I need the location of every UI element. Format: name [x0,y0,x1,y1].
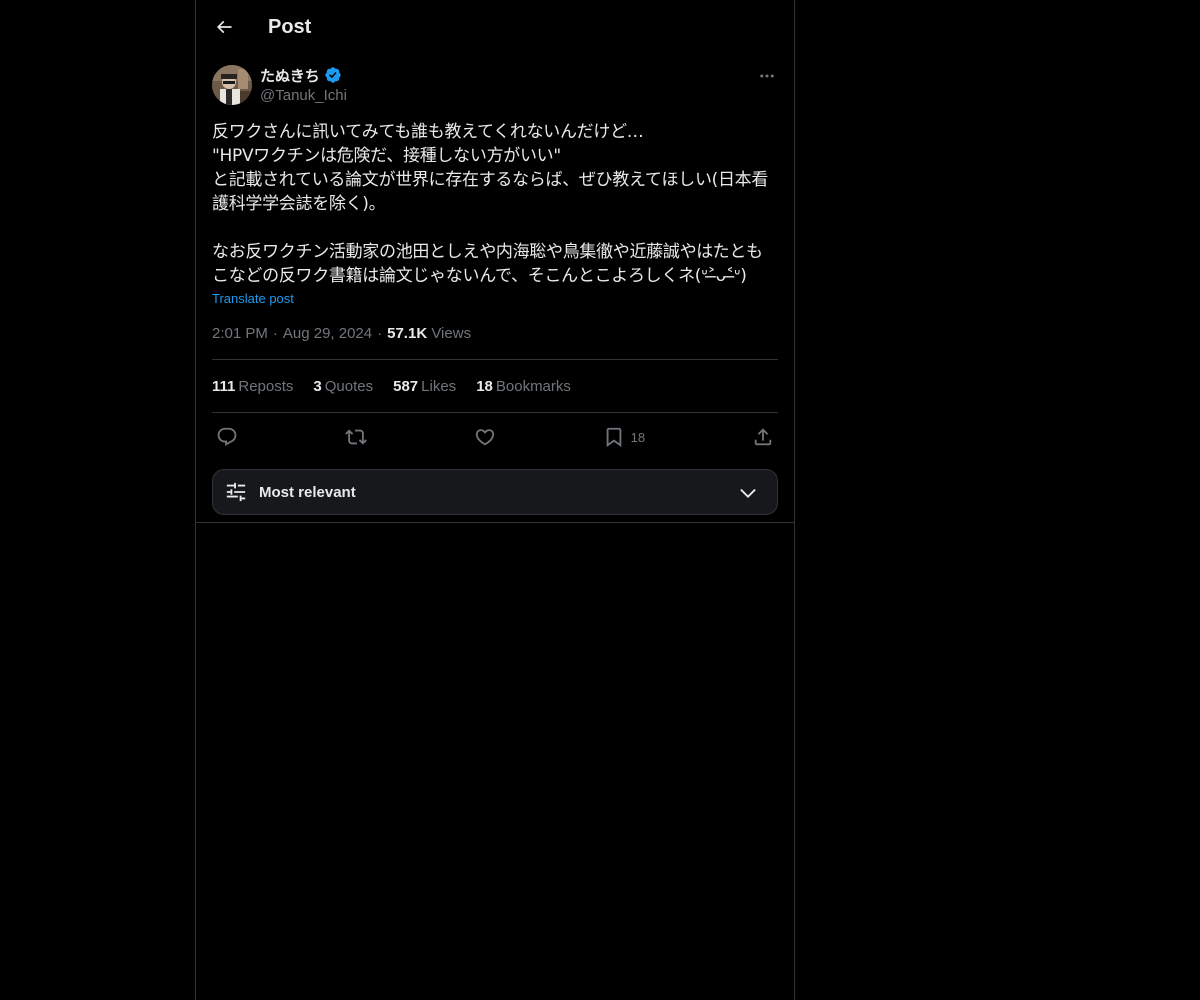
engagement-stats: 111 Reposts 3 Quotes 587 Likes 18 Bookmarks [212,360,778,413]
views-label: Views [431,325,472,342]
views-count: 57.1K [387,325,428,342]
back-button[interactable] [210,13,238,41]
meta-separator: · [272,325,278,342]
back-arrow-icon [214,17,234,37]
meta-separator: · [377,325,383,342]
bookmark-count: 18 [630,429,646,445]
avatar[interactable] [212,65,252,105]
bookmark-button[interactable]: 18 [603,426,645,448]
verified-badge-icon[interactable] [324,66,342,84]
more-icon [758,67,776,85]
reply-button[interactable] [216,426,238,448]
author-handle[interactable]: @Tanuk_Ichi [260,86,347,106]
repost-button[interactable] [344,426,367,448]
reply-sort-dropdown[interactable]: Most relevant [212,469,778,515]
display-name-row: たぬきち [260,64,342,86]
stat-label: Quotes [324,377,374,395]
stat-label: Likes [421,377,457,395]
post-meta: 2:01 PM · Aug 29, 2024 · 57.1K Views [212,324,778,360]
more-options-button[interactable] [756,66,778,86]
share-button[interactable] [752,426,774,448]
stat-reposts[interactable]: 111 Reposts [212,378,293,395]
action-bar: 18 [212,413,778,461]
page-header: Post [196,0,794,53]
stat-label: Reposts [238,377,294,395]
post-time[interactable]: 2:01 PM [212,325,268,342]
sort-label: Most relevant [259,483,356,501]
sort-sliders-icon [225,481,247,503]
post-article: たぬきち @Tanuk_Ichi 反ワクさんに訊いてみても誰も教えてくれないんだ… [212,64,778,515]
like-icon [474,426,496,448]
like-button[interactable] [474,426,496,448]
post-text: 反ワクさんに訊いてみても誰も教えてくれないんだけど… "HPVワクチンは危険だ、… [212,122,769,286]
translate-post-link[interactable]: Translate post [212,290,294,308]
stat-count: 587 [393,377,419,395]
page-title: Post [268,16,312,38]
repost-icon [344,426,367,448]
stat-count: 3 [313,377,322,395]
reply-icon [216,426,238,448]
bookmark-icon [603,426,625,448]
section-divider [196,522,794,523]
display-name[interactable]: たぬきち [260,65,320,86]
stat-count: 111 [212,377,236,395]
stat-bookmarks[interactable]: 18 Bookmarks [476,378,571,395]
post-date[interactable]: Aug 29, 2024 [283,325,372,342]
share-icon [752,426,774,448]
stat-count: 18 [476,377,493,395]
author-row: たぬきち @Tanuk_Ichi [212,64,778,108]
stat-quotes[interactable]: 3 Quotes [313,378,373,395]
primary-column: Post たぬきち @Tanuk_Ichi 反ワクさんに訊いてみても誰も教えてく… [195,0,795,1000]
stat-label: Bookmarks [495,377,571,395]
stat-likes[interactable]: 587 Likes [393,378,456,395]
chevron-down-icon [737,482,759,504]
